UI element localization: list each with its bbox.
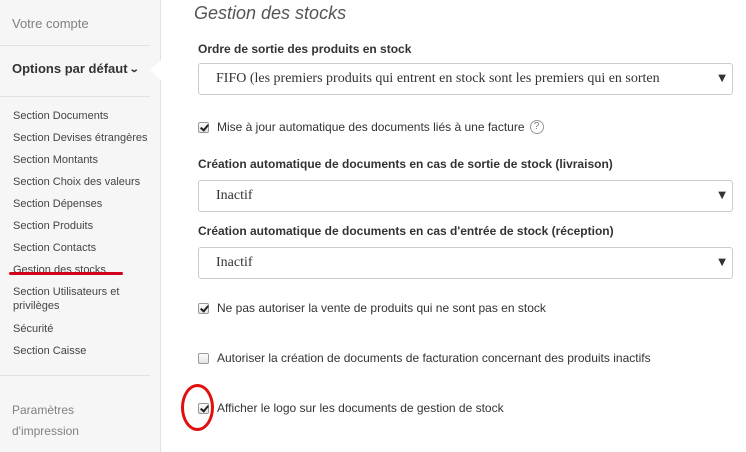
sidebar-item-security[interactable]: Sécurité xyxy=(13,322,153,336)
inactive-billing-checkbox[interactable] xyxy=(198,352,209,364)
divider xyxy=(0,96,150,97)
sidebar-item-documents[interactable]: Section Documents xyxy=(13,109,153,123)
active-indicator xyxy=(150,60,161,80)
divider xyxy=(0,45,150,46)
no-sale-checkbox[interactable] xyxy=(198,302,209,314)
auto-create-out-label: Création automatique de documents en cas… xyxy=(198,157,613,171)
chevron-down-icon: ⌄ xyxy=(128,63,140,75)
page-title: Gestion des stocks xyxy=(194,3,347,23)
sidebar-item-values[interactable]: Section Choix des valeurs xyxy=(13,175,153,189)
help-icon[interactable]: ? xyxy=(529,120,544,134)
stock-order-value: FIFO (les premiers produits qui entrent … xyxy=(216,71,660,86)
sidebar-item-defaults[interactable]: Options par défaut ⌄ xyxy=(12,61,140,76)
red-underline-annotation xyxy=(9,272,123,275)
main-content: Gestion des stocks Ordre de sortie des p… xyxy=(161,0,746,452)
auto-update-option: Mise à jour automatique des documents li… xyxy=(198,120,544,134)
auto-create-in-label: Création automatique de documents en cas… xyxy=(198,224,614,238)
sidebar-item-print-settings[interactable]: Paramètres d'impression xyxy=(12,400,112,442)
show-logo-label: Afficher le logo sur les documents de ge… xyxy=(217,401,504,415)
red-circle-annotation xyxy=(181,384,214,431)
stock-order-label: Ordre de sortie des produits en stock xyxy=(198,42,412,56)
inactive-billing-label: Autoriser la création de documents de fa… xyxy=(217,351,651,365)
sidebar-item-amounts[interactable]: Section Montants xyxy=(13,153,153,167)
no-sale-option: Ne pas autoriser la vente de produits qu… xyxy=(198,301,546,315)
show-logo-option: Afficher le logo sur les documents de ge… xyxy=(198,401,504,415)
divider xyxy=(0,375,150,376)
sidebar: Votre compte Options par défaut ⌄ Sectio… xyxy=(0,0,161,452)
dropdown-arrow-icon: ▼ xyxy=(718,73,726,84)
auto-create-out-select[interactable]: Inactif ▼ xyxy=(198,180,733,212)
sidebar-item-account[interactable]: Votre compte xyxy=(12,16,89,31)
sidebar-item-cash[interactable]: Section Caisse xyxy=(13,344,153,358)
dropdown-arrow-icon: ▼ xyxy=(718,190,726,201)
dropdown-arrow-icon: ▼ xyxy=(718,257,726,268)
sidebar-item-products[interactable]: Section Produits xyxy=(13,219,153,233)
inactive-billing-option: Autoriser la création de documents de fa… xyxy=(198,351,651,365)
sidebar-item-defaults-label: Options par défaut xyxy=(12,61,128,76)
auto-update-label: Mise à jour automatique des documents li… xyxy=(217,120,525,134)
sidebar-item-contacts[interactable]: Section Contacts xyxy=(13,241,153,255)
stock-order-select[interactable]: FIFO (les premiers produits qui entrent … xyxy=(198,63,733,95)
sidebar-item-users[interactable]: Section Utilisateurs et privilèges xyxy=(13,285,133,313)
sidebar-item-currencies[interactable]: Section Devises étrangères xyxy=(13,131,153,145)
auto-update-checkbox[interactable] xyxy=(198,121,209,133)
auto-create-out-value: Inactif xyxy=(216,188,253,203)
auto-create-in-select[interactable]: Inactif ▼ xyxy=(198,247,733,279)
sidebar-item-expenses[interactable]: Section Dépenses xyxy=(13,197,153,211)
no-sale-label: Ne pas autoriser la vente de produits qu… xyxy=(217,301,546,315)
auto-create-in-value: Inactif xyxy=(216,255,253,270)
